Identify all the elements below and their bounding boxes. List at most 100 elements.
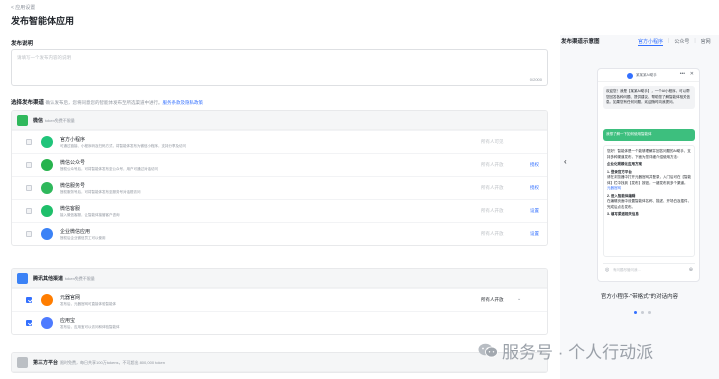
channel-desc: 发布后，应用宝可以访问和体验智能体: [60, 325, 120, 329]
channel-icon: [41, 159, 53, 171]
publish-form: < 应用设置 发布智能体应用 发布说明 请填写一个发布内容的说明 0/2000 …: [0, 0, 553, 379]
chevron-down-icon[interactable]: ⌄: [517, 296, 521, 302]
watermark: 服务号 · 个人行动派: [478, 338, 653, 363]
channel-row: 应用宝 发布后，应用宝可以访问和体验智能体: [12, 311, 547, 334]
channel-group-icon: [17, 273, 28, 284]
carousel-dots: [634, 311, 651, 314]
channels-note: 确认发布后，您将同意您的智能体发布至所选渠道中进行。服务条款及隐私政策: [46, 100, 204, 105]
channel-group-quota: 限时免费，每日共享100万tokens，不可超出 800,000 token: [60, 360, 165, 365]
phone-app-name: 某某某AI助手: [636, 73, 657, 77]
carousel-dot[interactable]: [641, 311, 644, 314]
channel-action-link[interactable]: 授权: [530, 185, 539, 191]
channel-desc: 授权服务号后，可将智能体发布至服务号对话框访问: [60, 190, 141, 194]
user-message-bubble: 我想了解一下如何使用智能体: [603, 129, 695, 141]
carousel-dot[interactable]: [648, 311, 651, 314]
channel-name: 官方小程序: [60, 137, 86, 143]
visibility-select[interactable]: 所有人开放: [481, 208, 504, 214]
channel-desc: 可通过链接、小程序码及扫码方式，将智能体发布为微信小程序，支持分享及访问: [60, 144, 186, 148]
channel-name: 元器官网: [60, 295, 81, 301]
channel-row: 企业微信应用 授权后企业微信员工可以使用 所有人开放 设置: [12, 222, 547, 245]
chat-input: ◎ 有问题尽管问我… ⊕: [603, 263, 695, 275]
preview-title: 发布渠道示意图: [561, 39, 600, 45]
channels-label: 选择发布渠道 确认发布后，您将同意您的智能体发布至所选渠道中进行。服务条款及隐私…: [11, 98, 203, 106]
channel-row: 元器官网 发布后，元器官网可直接体验智能体 所有人开放 ⌄: [12, 288, 547, 311]
channel-checkbox[interactable]: [26, 162, 32, 168]
channel-action-link[interactable]: 授权: [530, 162, 539, 168]
channel-checkbox[interactable]: [26, 231, 32, 237]
visibility-select[interactable]: 所有人开放: [481, 162, 504, 168]
channel-icon: [41, 205, 53, 217]
channels-label-text: 选择发布渠道: [11, 100, 45, 106]
char-counter: 0/2000: [529, 77, 542, 82]
description-placeholder: 请填写一个发布内容的说明: [17, 55, 71, 60]
channel-icon: [41, 294, 53, 306]
close-icon: ✕: [689, 71, 694, 77]
channel-icon: [41, 228, 53, 240]
channel-checkbox[interactable]: [26, 139, 32, 145]
channel-action-link[interactable]: 设置: [530, 208, 539, 214]
channel-name: 微信公众号: [60, 160, 86, 166]
channel-group-quota: token免费不限量: [45, 118, 75, 123]
voice-icon: ◎: [605, 267, 610, 273]
description-label: 发布说明: [11, 41, 34, 47]
answer-intro: 您好！智能体是一个能够理解并回答问题的AI助手，支持多种渠道发布，下面为您详细介…: [607, 149, 691, 159]
channel-group-header: 微信 token免费不限量: [12, 111, 547, 130]
visibility-select[interactable]: 所有人开放: [481, 231, 504, 237]
phone-header: 某某某AI助手 ••• ✕: [598, 69, 699, 82]
channel-desc: 授权公众号后，可将智能体发布至公众号，用户可通过对话访问: [60, 167, 158, 171]
breadcrumb[interactable]: < 应用设置: [11, 4, 35, 11]
channel-desc: 发布后，元器官网可直接体验智能体: [60, 302, 116, 306]
more-icon: •••: [679, 71, 685, 77]
channel-checkbox[interactable]: [26, 320, 32, 326]
tab-website[interactable]: 官网: [701, 38, 711, 46]
tab-official-account[interactable]: 公众号: [674, 38, 689, 46]
channel-group-title: 微信: [33, 118, 44, 124]
channel-name: 企业微信应用: [60, 229, 91, 235]
visibility-select[interactable]: 所有人开放: [481, 185, 504, 191]
channel-group-name: 腾讯其他渠道 token免费不限量: [33, 275, 95, 282]
watermark-text: 服务号 · 个人行动派: [502, 343, 654, 362]
answer-step2-desc: 在编辑页面中设置智能体名称、描述、开场白及插件，完成后点击发布。: [607, 199, 691, 209]
terms-link[interactable]: 服务条款及隐私政策: [163, 100, 204, 105]
page-title: 发布智能体应用: [11, 16, 75, 26]
channel-group: 第三方平台 限时免费，每日共享100万tokens，不可超出 800,000 to…: [11, 352, 548, 373]
bot-answer-bubble: 您好！智能体是一个能够理解并回答问题的AI助手，支持多种渠道发布，下面为您详细介…: [603, 145, 695, 257]
channel-group-title: 腾讯其他渠道: [33, 276, 64, 282]
channel-group-header: 腾讯其他渠道 token免费不限量: [12, 269, 547, 288]
channel-checkbox[interactable]: [26, 297, 32, 303]
channel-row: 官方小程序 可通过链接、小程序码及扫码方式，将智能体发布为微信小程序，支持分享及访…: [12, 130, 547, 153]
answer-step3: 3. 填写渠道相关信息: [607, 212, 639, 216]
answer-step1-desc: 请在浏览器中打开元器官网并登录，入门后可在【智能体】栏中找到【发布】按钮，一键发…: [607, 175, 691, 185]
channel-checkbox[interactable]: [26, 208, 32, 214]
preview-tabs: 官方小程序 | 公众号 | 官网: [638, 38, 711, 46]
channel-group: 腾讯其他渠道 token免费不限量元器官网 发布后，元器官网可直接体验智能体 所有人开…: [11, 268, 548, 335]
answer-heading: 企业化规模化应用方案: [607, 162, 642, 166]
channel-checkbox[interactable]: [26, 185, 32, 191]
channel-desc: 接入微信客服，让智能体接管客户咨询: [60, 213, 120, 217]
tab-mini-program[interactable]: 官方小程序: [638, 38, 664, 46]
visibility-select[interactable]: 所有人可见: [481, 139, 504, 145]
channel-icon: [41, 136, 53, 148]
description-textarea[interactable]: 请填写一个发布内容的说明 0/2000: [11, 49, 548, 86]
channel-row: 微信服务号 授权服务号后，可将智能体发布至服务号对话框访问 所有人开放 授权: [12, 176, 547, 199]
channel-group-quota: token免费不限量: [65, 276, 95, 281]
channel-icon: [41, 317, 53, 329]
channels-note-text: 确认发布后，您将同意您的智能体发布至所选渠道中进行。: [45, 100, 163, 105]
channel-group-icon: [17, 115, 28, 126]
channel-group-name: 微信 token免费不限量: [33, 117, 75, 124]
prev-arrow-icon[interactable]: ‹: [564, 157, 567, 166]
carousel-dot[interactable]: [634, 311, 637, 314]
chat-input-placeholder: 有问题尽管问我…: [613, 268, 641, 272]
channel-group-title: 第三方平台: [33, 360, 59, 366]
channel-name: 微信服务号: [60, 183, 86, 189]
channel-name: 应用宝: [60, 318, 76, 324]
channel-action-link[interactable]: 设置: [530, 231, 539, 237]
channel-desc: 授权后企业微信员工可以使用: [60, 236, 106, 240]
channel-group-icon: [17, 357, 28, 368]
answer-link: 元器官网: [607, 186, 621, 190]
channel-name: 微信客服: [60, 206, 81, 212]
channel-row: 微信公众号 授权公众号后，可将智能体发布至公众号，用户可通过对话访问 所有人开放 授权: [12, 153, 547, 176]
channel-group-name: 第三方平台 限时免费，每日共享100万tokens，不可超出 800,000 to…: [33, 359, 165, 366]
avatar: [627, 73, 633, 79]
visibility-select[interactable]: 所有人开放: [481, 297, 504, 303]
